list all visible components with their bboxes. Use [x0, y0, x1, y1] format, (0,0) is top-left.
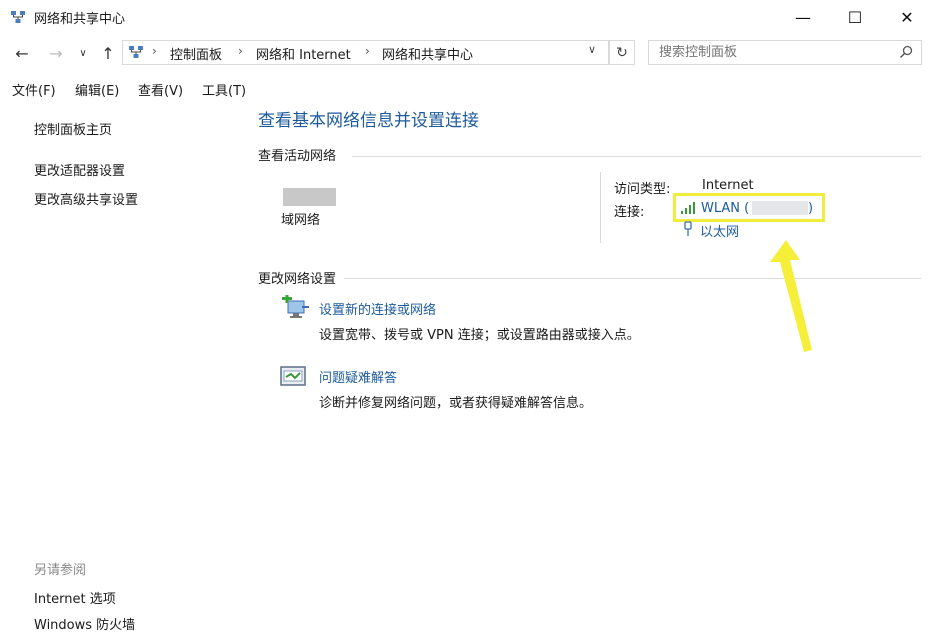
address-dropdown-button[interactable]: ∨ [588, 43, 596, 56]
troubleshoot-link[interactable]: 问题疑难解答 [319, 367, 397, 386]
window-title: 网络和共享中心 [34, 12, 126, 27]
breadcrumb-control-panel[interactable]: 控制面板 [170, 44, 222, 63]
forward-button[interactable]: → [45, 41, 67, 65]
refresh-button[interactable]: ↻ [609, 40, 635, 65]
internet-options-link[interactable]: Internet 选项 [34, 588, 116, 607]
breadcrumb-network-internet[interactable]: 网络和 Internet [256, 44, 351, 63]
network-icon [11, 11, 25, 23]
access-type-value: Internet [702, 178, 754, 193]
new-connection-icon [282, 295, 309, 318]
setup-new-connection-description: 设置宽带、拨号或 VPN 连接；或设置路由器或接入点。 [319, 328, 640, 343]
minimize-button[interactable]: — [780, 0, 826, 34]
change-adapter-settings-link[interactable]: 更改适配器设置 [34, 160, 125, 179]
wlan-highlight-box [673, 193, 825, 222]
annotation-arrow-icon [770, 240, 812, 352]
advanced-sharing-settings-link[interactable]: 更改高级共享设置 [34, 189, 138, 208]
section-divider [352, 156, 921, 157]
troubleshoot-description: 诊断并修复网络问题，或者获得疑难解答信息。 [319, 396, 593, 411]
breadcrumb-separator[interactable]: › [152, 44, 157, 58]
menu-view[interactable]: 查看(V) [138, 80, 183, 99]
network-name: 域网络 [281, 213, 321, 228]
menu-tools[interactable]: 工具(T) [202, 80, 246, 99]
maximize-button[interactable]: ☐ [832, 0, 878, 34]
menu-file[interactable]: 文件(F) [12, 80, 56, 99]
connections-label: 连接: [614, 205, 645, 220]
troubleshoot-icon [280, 366, 306, 386]
network-icon [129, 46, 143, 58]
search-icon[interactable] [899, 45, 913, 59]
breadcrumb-sharing-center[interactable]: 网络和共享中心 [382, 44, 473, 63]
page-title: 查看基本网络信息并设置连接 [258, 111, 479, 131]
active-networks-heading: 查看活动网络 [258, 149, 337, 164]
ethernet-connection-link[interactable]: 以太网 [700, 221, 739, 240]
breadcrumb-separator[interactable]: › [365, 44, 370, 58]
firewall-link[interactable]: Windows 防火墙 [34, 614, 135, 633]
access-type-label: 访问类型: [614, 182, 671, 197]
change-settings-heading: 更改网络设置 [258, 272, 337, 287]
see-also-heading: 另请参阅 [34, 563, 87, 578]
vertical-divider [600, 172, 601, 243]
network-icon [283, 188, 336, 206]
section-divider [344, 278, 921, 279]
ethernet-icon [684, 221, 692, 236]
search-box[interactable] [648, 40, 922, 65]
back-button[interactable]: ← [11, 41, 33, 65]
up-button[interactable]: ↑ [97, 41, 119, 65]
control-panel-home-link[interactable]: 控制面板主页 [34, 119, 112, 138]
search-input[interactable] [657, 44, 901, 61]
recent-locations-button[interactable]: ∨ [75, 41, 91, 65]
menu-edit[interactable]: 编辑(E) [75, 80, 119, 99]
breadcrumb-separator[interactable]: › [238, 44, 243, 58]
setup-new-connection-link[interactable]: 设置新的连接或网络 [319, 299, 436, 318]
close-button[interactable]: ✕ [884, 0, 930, 34]
